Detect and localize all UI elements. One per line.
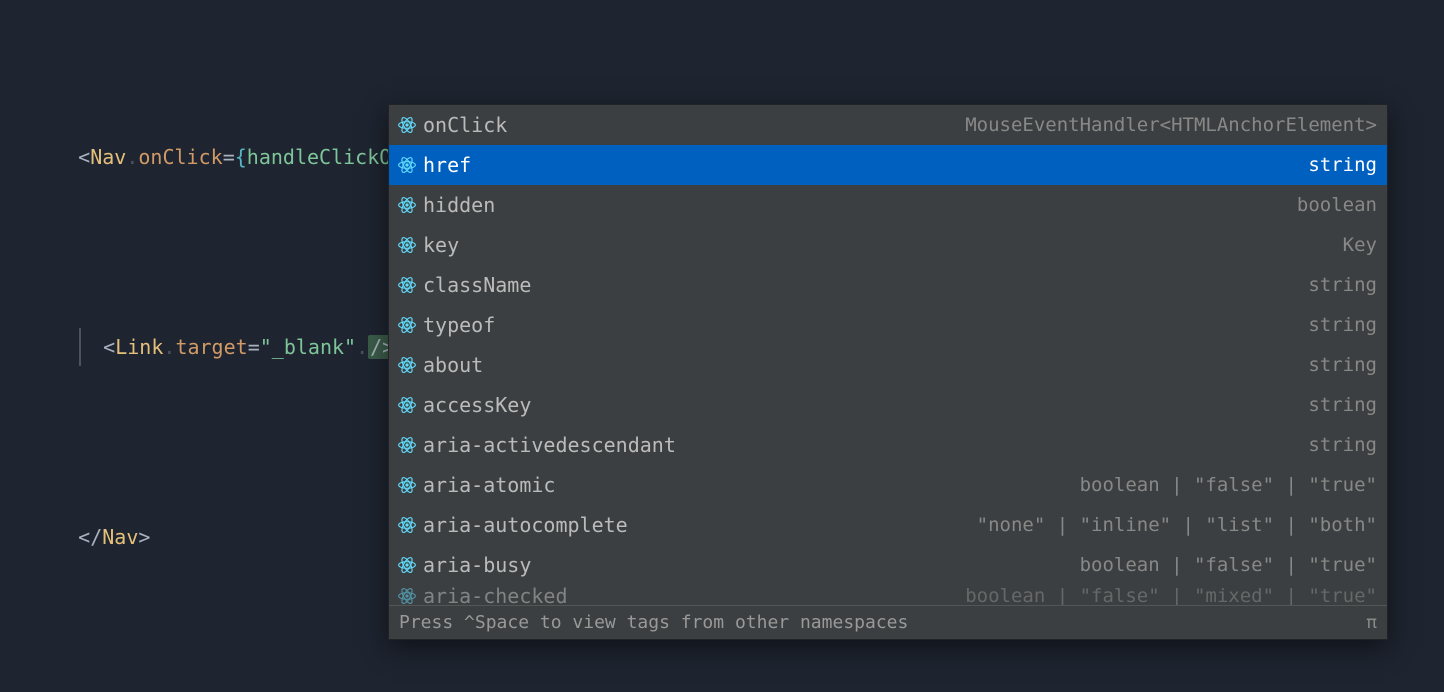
autocomplete-item-name: aria-autocomplete [423,513,628,537]
autocomplete-footer: Press ^Space to view tags from other nam… [389,605,1387,639]
autocomplete-item[interactable]: aria-checked boolean | "false" | "mixed" … [389,585,1387,605]
autocomplete-item-name: typeof [423,313,495,337]
autocomplete-item-name: accessKey [423,393,531,417]
autocomplete-item[interactable]: key Key [389,225,1387,265]
autocomplete-item-type: boolean | "false" | "mixed" | "true" [965,585,1377,605]
react-icon [397,555,417,575]
autocomplete-item[interactable]: aria-atomic boolean | "false" | "true" [389,465,1387,505]
autocomplete-item-type: string [1308,394,1377,416]
autocomplete-item[interactable]: onClick MouseEventHandler<HTMLAnchorEleme… [389,105,1387,145]
react-icon [397,315,417,335]
react-icon [397,155,417,175]
attr-onclick: onClick [138,145,222,169]
autocomplete-item[interactable]: href string [389,145,1387,185]
autocomplete-item-name: key [423,233,459,257]
jsx-tag-link: Link [115,335,163,359]
autocomplete-item[interactable]: about string [389,345,1387,385]
autocomplete-item[interactable]: typeof string [389,305,1387,345]
autocomplete-item-type: boolean [1297,194,1377,216]
autocomplete-item-name: about [423,353,483,377]
react-icon [397,515,417,535]
autocomplete-item-name: aria-atomic [423,473,555,497]
react-icon [397,235,417,255]
autocomplete-list[interactable]: onClick MouseEventHandler<HTMLAnchorEleme… [389,105,1387,605]
open-close-angle: </ [78,525,102,549]
react-icon [397,115,417,135]
autocomplete-item-type: string [1308,354,1377,376]
jsx-tag-nav: Nav [90,145,126,169]
autocomplete-item-name: className [423,273,531,297]
autocomplete-item-type: boolean | "false" | "true" [1080,554,1377,576]
autocomplete-item-name: aria-activedescendant [423,433,676,457]
pi-icon[interactable]: π [1366,612,1377,633]
autocomplete-item[interactable]: aria-autocomplete "none" | "inline" | "li… [389,505,1387,545]
autocomplete-item[interactable]: className string [389,265,1387,305]
autocomplete-item-name: hidden [423,193,495,217]
footer-hint: Press ^Space to view tags from other nam… [399,612,908,633]
react-icon [397,275,417,295]
react-icon [397,475,417,495]
autocomplete-item[interactable]: hidden boolean [389,185,1387,225]
autocomplete-item-type: boolean | "false" | "true" [1080,474,1377,496]
open-angle: < [78,145,90,169]
autocomplete-item-type: Key [1343,234,1377,256]
autocomplete-item-type: string [1308,434,1377,456]
autocomplete-item-type: MouseEventHandler<HTMLAnchorElement> [965,114,1377,136]
autocomplete-item-type: string [1308,154,1377,176]
react-icon [397,435,417,455]
autocomplete-item[interactable]: aria-busy boolean | "false" | "true" [389,545,1387,585]
autocomplete-item-name: aria-busy [423,553,531,577]
autocomplete-item-type: "none" | "inline" | "list" | "both" [977,514,1377,536]
autocomplete-item-name: onClick [423,113,507,137]
brace-open: { [235,145,247,169]
react-icon [397,195,417,215]
open-angle: < [103,335,115,359]
autocomplete-item-name: href [423,153,471,177]
autocomplete-item-type: string [1308,274,1377,296]
autocomplete-popup[interactable]: onClick MouseEventHandler<HTMLAnchorEleme… [388,104,1388,640]
autocomplete-item-name: aria-checked [423,585,568,605]
autocomplete-item[interactable]: accessKey string [389,385,1387,425]
jsx-tag-nav-close: Nav [102,525,138,549]
attr-value-blank: "_blank" [260,335,356,359]
react-icon [397,395,417,415]
autocomplete-item[interactable]: aria-activedescendant string [389,425,1387,465]
autocomplete-item-type: string [1308,314,1377,336]
attr-target: target [175,335,247,359]
react-icon [397,586,417,605]
react-icon [397,355,417,375]
